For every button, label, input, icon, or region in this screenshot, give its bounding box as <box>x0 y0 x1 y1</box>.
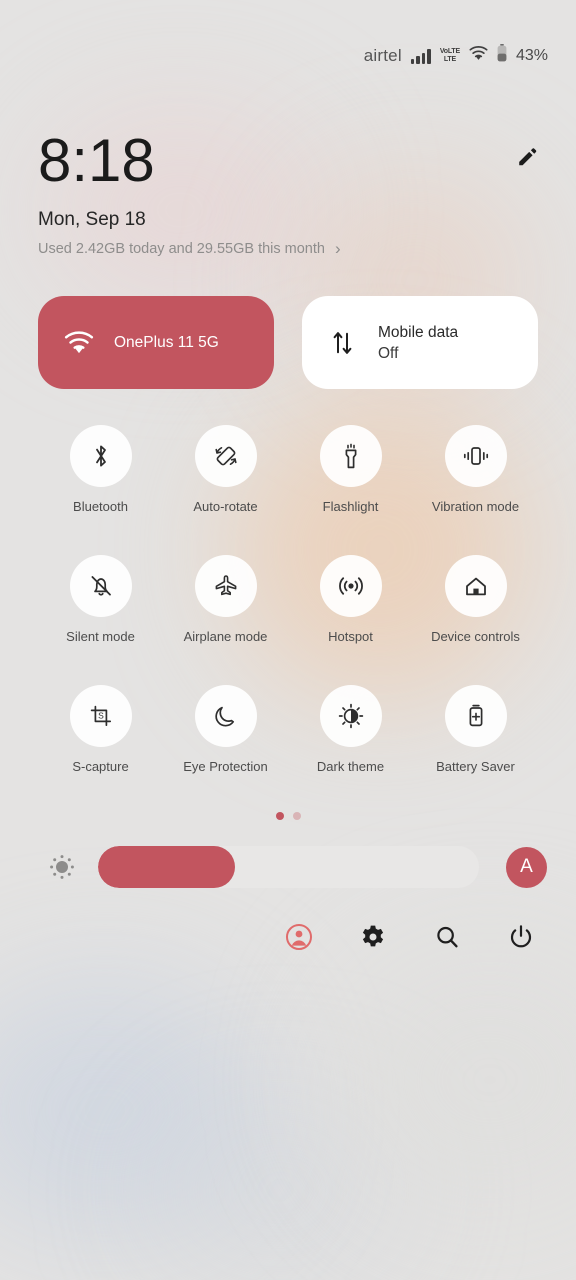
quick-tiles-grid: Bluetooth Auto-rotate Flashlight Vibrati… <box>38 425 538 774</box>
signal-bars-icon <box>410 48 431 64</box>
tile-label: Auto-rotate <box>193 499 258 514</box>
brightness-sun-icon <box>40 845 84 889</box>
home-icon <box>444 555 507 617</box>
hotspot-icon <box>319 555 382 617</box>
tile-silent-mode[interactable]: Silent mode <box>38 555 163 644</box>
footer-actions <box>280 918 540 956</box>
vibration-icon <box>444 425 507 487</box>
page-dot-inactive[interactable] <box>292 812 301 820</box>
gear-icon[interactable] <box>354 918 392 956</box>
quick-settings-panel: airtel VoLTE LTE 43% 8:18 Mon, Sep 18 Us <box>0 0 576 1280</box>
tile-airplane-mode[interactable]: Airplane mode <box>163 555 288 644</box>
flashlight-icon <box>319 425 382 487</box>
volte-line-2: LTE <box>443 55 456 63</box>
brightness-slider[interactable] <box>98 846 479 888</box>
bell-muted-icon <box>69 555 132 617</box>
wifi-icon <box>469 45 488 66</box>
primary-tiles: OnePlus 11 5G Mobile data Off <box>38 296 538 389</box>
status-bar: airtel VoLTE LTE 43% <box>364 44 548 67</box>
wifi-tile-text: OnePlus 11 5G <box>114 332 219 353</box>
volte-line-1: VoLTE <box>439 48 460 55</box>
carrier-label: airtel <box>363 45 402 65</box>
tile-label: Flashlight <box>322 499 379 514</box>
tile-bluetooth[interactable]: Bluetooth <box>38 425 163 514</box>
page-indicator <box>0 812 576 820</box>
clock-date: Mon, Sep 18 <box>38 209 146 230</box>
tile-label: Vibration mode <box>431 499 520 514</box>
tile-label: Device controls <box>431 629 520 644</box>
svg-text:S: S <box>98 710 104 720</box>
tile-battery-saver[interactable]: Battery Saver <box>413 685 538 774</box>
pencil-edit-icon[interactable] <box>510 140 544 174</box>
tile-label: Hotspot <box>328 629 373 644</box>
page-dot-active[interactable] <box>275 812 284 820</box>
auto-rotate-icon <box>194 425 257 487</box>
battery-plus-icon <box>444 685 507 747</box>
tile-label: Battery Saver <box>436 759 515 774</box>
bluetooth-icon <box>69 425 132 487</box>
tile-label: Airplane mode <box>183 629 268 644</box>
chevron-right-icon: › <box>334 239 341 258</box>
tile-auto-rotate[interactable]: Auto-rotate <box>163 425 288 514</box>
tile-label: Silent mode <box>66 629 135 644</box>
tile-hotspot[interactable]: Hotspot <box>288 555 413 644</box>
brightness-slider-fill <box>98 846 236 888</box>
battery-icon <box>497 44 507 67</box>
tile-dark-theme[interactable]: Dark theme <box>288 685 413 774</box>
tile-label: S-capture <box>72 759 129 774</box>
volte-icon: VoLTE LTE <box>440 48 460 63</box>
dark-theme-icon <box>319 685 382 747</box>
auto-brightness-label: A <box>520 856 533 877</box>
auto-brightness-button[interactable]: A <box>506 846 547 888</box>
user-circle-icon[interactable] <box>280 918 318 956</box>
mobile-data-tile-text: Mobile data Off <box>378 322 458 364</box>
mobile-data-arrows-icon <box>328 330 358 356</box>
screenshot-icon: S <box>69 685 132 747</box>
wifi-tile[interactable]: OnePlus 11 5G <box>38 296 274 389</box>
tile-vibration-mode[interactable]: Vibration mode <box>413 425 538 514</box>
data-usage-row[interactable]: Used 2.42GB today and 29.55GB this month… <box>38 240 341 257</box>
search-icon[interactable] <box>428 918 466 956</box>
wifi-tile-label: OnePlus 11 5G <box>114 334 219 351</box>
tile-flashlight[interactable]: Flashlight <box>288 425 413 514</box>
airplane-icon <box>194 555 257 617</box>
moon-icon <box>194 685 257 747</box>
tile-label: Eye Protection <box>183 759 268 774</box>
brightness-row: A <box>40 845 547 889</box>
mobile-data-tile-label: Mobile data <box>378 323 459 341</box>
tile-label: Bluetooth <box>73 499 128 514</box>
mobile-data-tile[interactable]: Mobile data Off <box>302 296 538 389</box>
battery-percent: 43% <box>515 46 548 64</box>
tile-eye-protection[interactable]: Eye Protection <box>163 685 288 774</box>
tile-label: Dark theme <box>316 759 385 774</box>
tile-device-controls[interactable]: Device controls <box>413 555 538 644</box>
power-icon[interactable] <box>502 918 540 956</box>
tile-s-capture[interactable]: S S-capture <box>38 685 163 774</box>
wifi-icon <box>64 330 94 355</box>
clock-time: 8:18 <box>38 127 155 194</box>
mobile-data-tile-status: Off <box>378 344 399 362</box>
data-usage-label: Used 2.42GB today and 29.55GB this month <box>38 240 325 257</box>
